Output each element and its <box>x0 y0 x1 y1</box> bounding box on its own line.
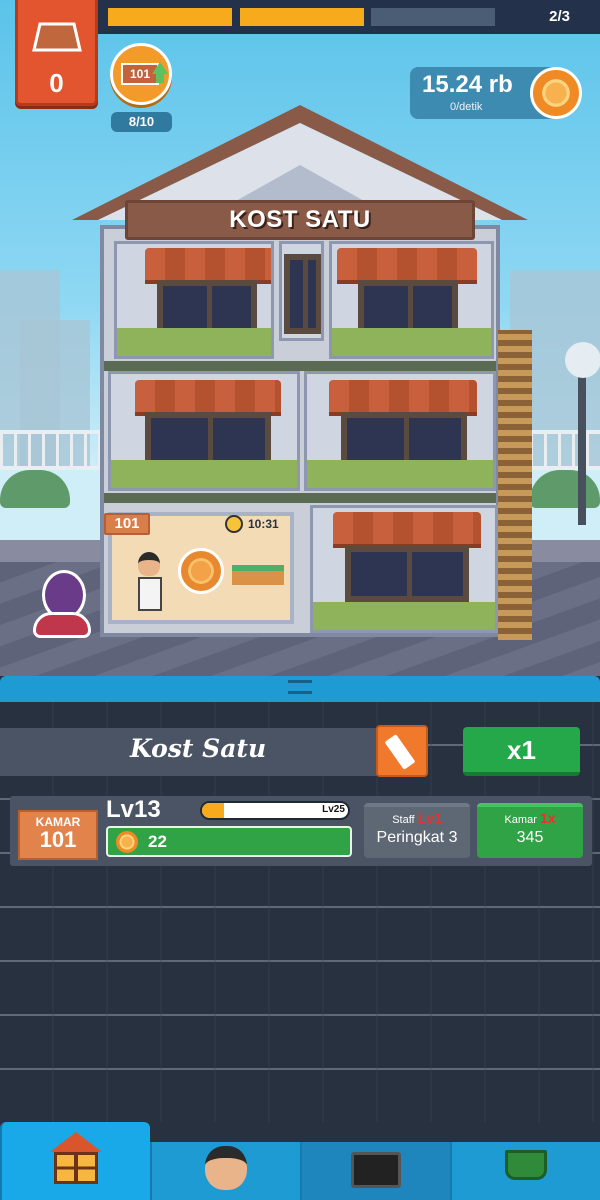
stage-progress-label: 2/3 <box>549 8 570 25</box>
brick-count: 0 <box>49 68 64 98</box>
room-locked[interactable] <box>114 241 274 359</box>
kamar-btn-mult: 1x <box>539 810 556 826</box>
staff-upgrade-button[interactable]: Staff Lv1 Peringkat 3 <box>364 803 470 858</box>
collect-coin-icon[interactable] <box>178 548 224 594</box>
floor-ledge <box>104 493 496 503</box>
kamar-btn-value: 345 <box>516 829 544 846</box>
tab-shop[interactable] <box>450 1142 600 1200</box>
room-locked[interactable] <box>329 241 494 359</box>
street-lamp <box>565 342 600 378</box>
multiplier-button[interactable]: x1 <box>463 727 580 776</box>
room-timer-value: 10:31 <box>248 517 279 531</box>
room-door <box>279 241 324 341</box>
room-level: Lv13 <box>106 796 161 823</box>
brick-icon <box>32 22 82 52</box>
bush <box>0 470 70 508</box>
outdoor-stairs <box>498 330 532 640</box>
rank-upgrade-button[interactable]: 101 <box>110 43 172 105</box>
progress-segment <box>240 8 364 26</box>
fence-right <box>530 430 600 470</box>
tab-staff[interactable] <box>150 1142 300 1200</box>
bottom-tab-bar <box>0 1122 600 1200</box>
kost-name: Kost Satu <box>130 734 267 763</box>
room-income[interactable]: 22 <box>106 826 352 857</box>
tv-icon <box>351 1152 401 1188</box>
room-locked[interactable] <box>310 505 498 633</box>
home-icon <box>50 1132 102 1184</box>
room-upgrade-button[interactable]: Kamar 1x 345 <box>477 803 583 858</box>
kamar-number: 101 <box>39 827 77 852</box>
room-income-value: 22 <box>148 832 167 851</box>
drag-handle-icon[interactable] <box>288 680 312 694</box>
room-tag: KAMAR 101 <box>18 810 98 860</box>
staff-value: Peringkat 3 <box>376 829 458 846</box>
pencil-icon <box>384 734 416 770</box>
rank-count: 8/10 <box>111 112 172 132</box>
room-number-badge: 101 <box>104 513 150 535</box>
tenant-character[interactable] <box>138 552 162 612</box>
lamp-post <box>578 375 586 525</box>
money-rate: 0/detik <box>450 101 483 113</box>
bush <box>530 470 600 508</box>
kost-name-bar: Kost Satu <box>0 728 390 776</box>
staff-label: Staff <box>392 814 415 826</box>
room-locked[interactable] <box>108 371 300 491</box>
brick-counter[interactable]: 0 <box>15 0 98 106</box>
alarm-clock-icon <box>225 515 243 533</box>
level-progress-fill <box>202 803 224 818</box>
tab-tv[interactable] <box>300 1142 450 1200</box>
shop-cart-icon <box>505 1150 547 1180</box>
fence-left <box>0 430 110 470</box>
stage-progress-bar: 2/3 <box>98 0 600 34</box>
staff-face-icon <box>205 1146 247 1190</box>
staff-level: Lv1 <box>417 810 442 826</box>
room-locked[interactable] <box>304 371 496 491</box>
level-max: Lv25 <box>322 804 345 815</box>
progress-segment <box>108 8 232 26</box>
coin-icon <box>116 831 138 853</box>
floor-ledge <box>104 361 496 371</box>
panel-drag-bar[interactable] <box>0 676 600 702</box>
progress-segment <box>371 8 495 26</box>
tab-home[interactable] <box>0 1122 150 1200</box>
kamar-btn-label: Kamar <box>504 814 537 826</box>
room-row[interactable]: KAMAR 101 Lv13 Lv25 22 Staff Lv1 Peringk… <box>10 796 592 866</box>
bed <box>232 565 284 585</box>
coin-icon <box>530 67 582 119</box>
money-amount: 15.24 rb <box>422 71 513 98</box>
room-timer: 10:31 <box>225 514 279 534</box>
edit-name-button[interactable] <box>376 725 428 777</box>
landlady-character[interactable] <box>33 570 95 642</box>
kost-sign: KOST SATU <box>125 200 475 240</box>
